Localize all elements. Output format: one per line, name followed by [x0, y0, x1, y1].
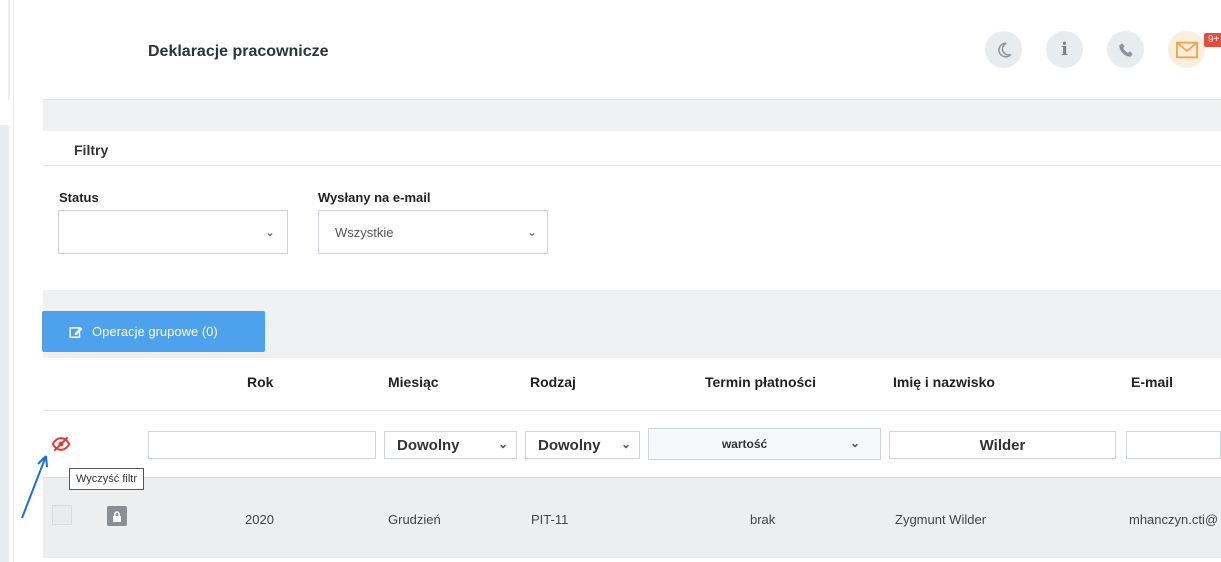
filter-miesiac-select[interactable]: Dowolny ⌄: [384, 431, 517, 459]
phone-icon: [1118, 42, 1133, 57]
status-label: Status: [59, 190, 99, 205]
email-sent-value: Wszystkie: [335, 224, 394, 240]
column-header-imie[interactable]: Imię i nazwisko: [893, 374, 995, 390]
column-header-rodzaj[interactable]: Rodzaj: [530, 374, 576, 390]
column-header-termin[interactable]: Termin płatności: [705, 374, 816, 390]
filter-termin-value: wartość: [721, 437, 768, 451]
filters-header: [43, 131, 1221, 166]
filter-imie-input[interactable]: Wilder: [889, 431, 1116, 459]
clear-filter-tooltip: Wyczyść filtr: [69, 468, 145, 490]
annotation-arrow-icon: [21, 455, 48, 519]
mail-icon: [1175, 41, 1198, 58]
cell-imie: Zygmunt Wilder: [895, 512, 987, 527]
left-scroll-area: [0, 125, 9, 562]
filters-title: Filtry: [74, 142, 109, 158]
email-sent-select[interactable]: Wszystkie ⌄: [318, 210, 548, 254]
filter-rodzaj-value: Dowolny: [538, 436, 601, 454]
moon-icon: [997, 42, 1011, 57]
phone-button[interactable]: [1107, 31, 1144, 68]
filter-rodzaj-select[interactable]: Dowolny ⌄: [525, 431, 640, 459]
cell-miesiac: Grudzień: [388, 512, 441, 527]
chevron-down-icon: ⌄: [849, 436, 860, 450]
filter-imie-value: Wilder: [979, 436, 1026, 454]
dark-mode-button[interactable]: [985, 31, 1022, 68]
header-divider: [43, 410, 1221, 411]
page-title: Deklaracje pracownicze: [148, 43, 329, 60]
group-operations-button[interactable]: Operacje grupowe (0): [42, 311, 265, 352]
clear-filter-button[interactable]: [51, 436, 71, 457]
chevron-down-icon: ⌄: [620, 437, 631, 451]
cell-termin: brak: [750, 512, 776, 527]
cell-rok: 2020: [245, 512, 274, 527]
column-header-rok[interactable]: Rok: [247, 374, 273, 390]
info-icon: i: [1061, 39, 1068, 60]
email-sent-label: Wysłany na e-mail: [318, 190, 431, 205]
notification-badge: 9+: [1204, 33, 1221, 47]
cell-rodzaj: PIT-11: [531, 512, 569, 527]
table-row[interactable]: [43, 478, 1221, 558]
chevron-down-icon: ⌄: [264, 225, 275, 239]
group-operations-label: Operacje grupowe (0): [92, 324, 218, 339]
filter-email-input[interactable]: [1126, 431, 1221, 459]
eye-slash-icon: [51, 436, 71, 452]
filter-rok-input[interactable]: [148, 431, 376, 459]
left-edge: [8, 0, 10, 100]
lock-icon: [113, 510, 121, 522]
mail-button[interactable]: [1168, 31, 1205, 68]
column-header-email[interactable]: E-mail: [1131, 374, 1173, 390]
filter-miesiac-value: Dowolny: [397, 436, 460, 454]
cell-email: mhanczyn.cti@: [1129, 512, 1219, 527]
filter-termin-select[interactable]: wartość ⌄: [648, 428, 881, 460]
row-checkbox[interactable]: [52, 505, 72, 525]
chevron-down-icon: ⌄: [497, 437, 508, 451]
edit-icon: [69, 326, 83, 338]
column-header-miesiac[interactable]: Miesiąc: [388, 374, 439, 390]
status-select[interactable]: ⌄: [58, 210, 288, 254]
info-button[interactable]: i: [1046, 31, 1083, 68]
lock-button[interactable]: [107, 506, 127, 526]
chevron-down-icon: ⌄: [526, 225, 537, 239]
